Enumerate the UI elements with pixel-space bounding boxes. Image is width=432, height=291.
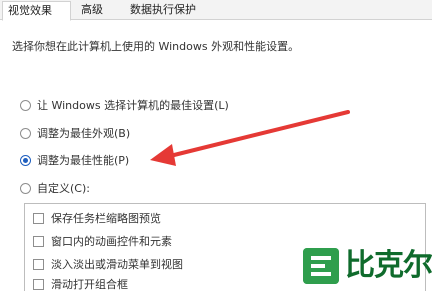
watermark: 比克尔 xyxy=(300,240,432,291)
radio-circle[interactable] xyxy=(20,182,31,194)
tab-visual-effects[interactable]: 视觉效果 xyxy=(2,1,71,21)
checkbox-taskbar-thumbnail-preview[interactable]: 保存任务栏缩略图预览 xyxy=(33,210,161,226)
checkbox-box[interactable] xyxy=(33,258,44,270)
checkbox-box[interactable] xyxy=(33,235,44,247)
radio-label: 让 Windows 选择计算机的最佳设置(L) xyxy=(37,99,229,112)
watermark-logo-icon xyxy=(303,247,339,284)
checkbox-fade-slide-menus[interactable]: 淡入淡出或滑动菜单到视图 xyxy=(33,256,183,272)
checkbox-label: 淡入淡出或滑动菜单到视图 xyxy=(51,258,183,271)
radio-custom[interactable]: 自定义(C): xyxy=(20,180,90,196)
radio-best-performance[interactable]: 调整为最佳性能(P) xyxy=(20,152,129,168)
radio-best-appearance[interactable]: 调整为最佳外观(B) xyxy=(20,125,130,141)
radio-circle[interactable] xyxy=(20,99,31,111)
tab-bar: 视觉效果 高级 数据执行保护 xyxy=(0,0,432,21)
watermark-text: 比克尔 xyxy=(345,247,432,283)
radio-circle-selected[interactable] xyxy=(20,154,31,166)
radio-label: 自定义(C): xyxy=(37,182,90,195)
radio-circle[interactable] xyxy=(20,127,31,139)
checkbox-animate-controls[interactable]: 窗口内的动画控件和元素 xyxy=(33,233,172,249)
checkbox-box[interactable] xyxy=(33,278,44,290)
checkbox-label: 保存任务栏缩略图预览 xyxy=(51,212,161,225)
radio-label: 调整为最佳性能(P) xyxy=(37,154,130,167)
checkbox-slide-open-combo[interactable]: 滑动打开组合框 xyxy=(33,276,128,291)
radio-label: 调整为最佳外观(B) xyxy=(37,127,131,140)
radio-let-windows-choose[interactable]: 让 Windows 选择计算机的最佳设置(L) xyxy=(20,97,229,113)
checkbox-box[interactable] xyxy=(33,212,44,224)
description-text: 选择你想在此计算机上使用的 Windows 外观和性能设置。 xyxy=(12,40,300,53)
tab-advanced[interactable]: 高级 xyxy=(76,1,112,20)
tab-data-execution-prevention[interactable]: 数据执行保护 xyxy=(125,1,245,20)
checkbox-label: 滑动打开组合框 xyxy=(51,278,128,291)
checkbox-label: 窗口内的动画控件和元素 xyxy=(51,235,172,248)
